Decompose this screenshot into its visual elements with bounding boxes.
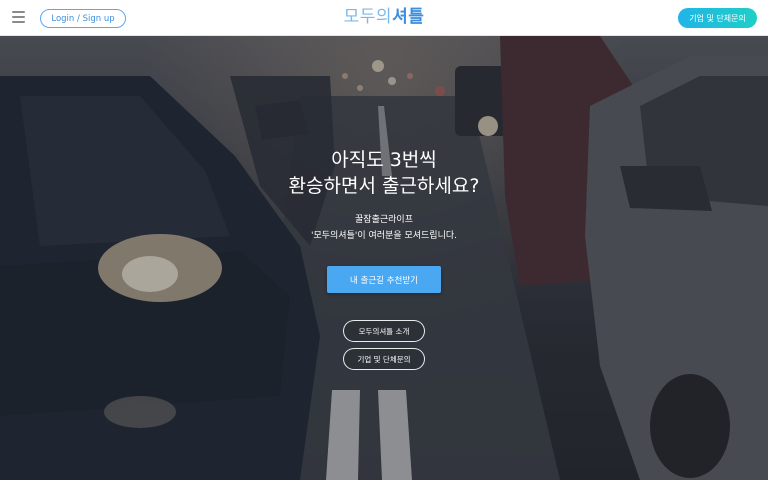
hero-section: 아직도 3번씩 환승하면서 출근하세요? 꿀잠출근라이프 '모두의셔틀'이 여러…: [0, 36, 768, 480]
corporate-inquiry-button[interactable]: 기업 및 단체문의: [343, 348, 425, 370]
logo-text-part2: 셔틀: [392, 7, 425, 27]
hero-subtext-line1: 꿀잠출근라이프: [355, 215, 413, 225]
hero-headline-line1: 아직도 3번씩: [331, 149, 437, 171]
hamburger-menu-icon[interactable]: [12, 11, 25, 24]
traffic-background-image: [0, 36, 768, 480]
about-service-button[interactable]: 모두의셔틀 소개: [343, 320, 425, 342]
hero-headline: 아직도 3번씩 환승하면서 출근하세요?: [0, 147, 768, 199]
recommend-commute-button[interactable]: 내 출근길 추천받기: [327, 266, 441, 293]
hero-subtext-line2: '모두의셔틀'이 여러분을 모셔드립니다.: [310, 231, 457, 241]
top-navigation-bar: Login / Sign up 모두의셔틀 기업 및 단체문의: [0, 0, 768, 36]
hero-subtext: 꿀잠출근라이프 '모두의셔틀'이 여러분을 모셔드립니다.: [0, 212, 768, 244]
logo-text-part1: 모두의: [343, 7, 393, 27]
login-signup-button[interactable]: Login / Sign up: [40, 9, 126, 28]
corporate-inquiry-header-button[interactable]: 기업 및 단체문의: [678, 8, 757, 28]
hero-headline-line2: 환승하면서 출근하세요?: [288, 175, 480, 197]
